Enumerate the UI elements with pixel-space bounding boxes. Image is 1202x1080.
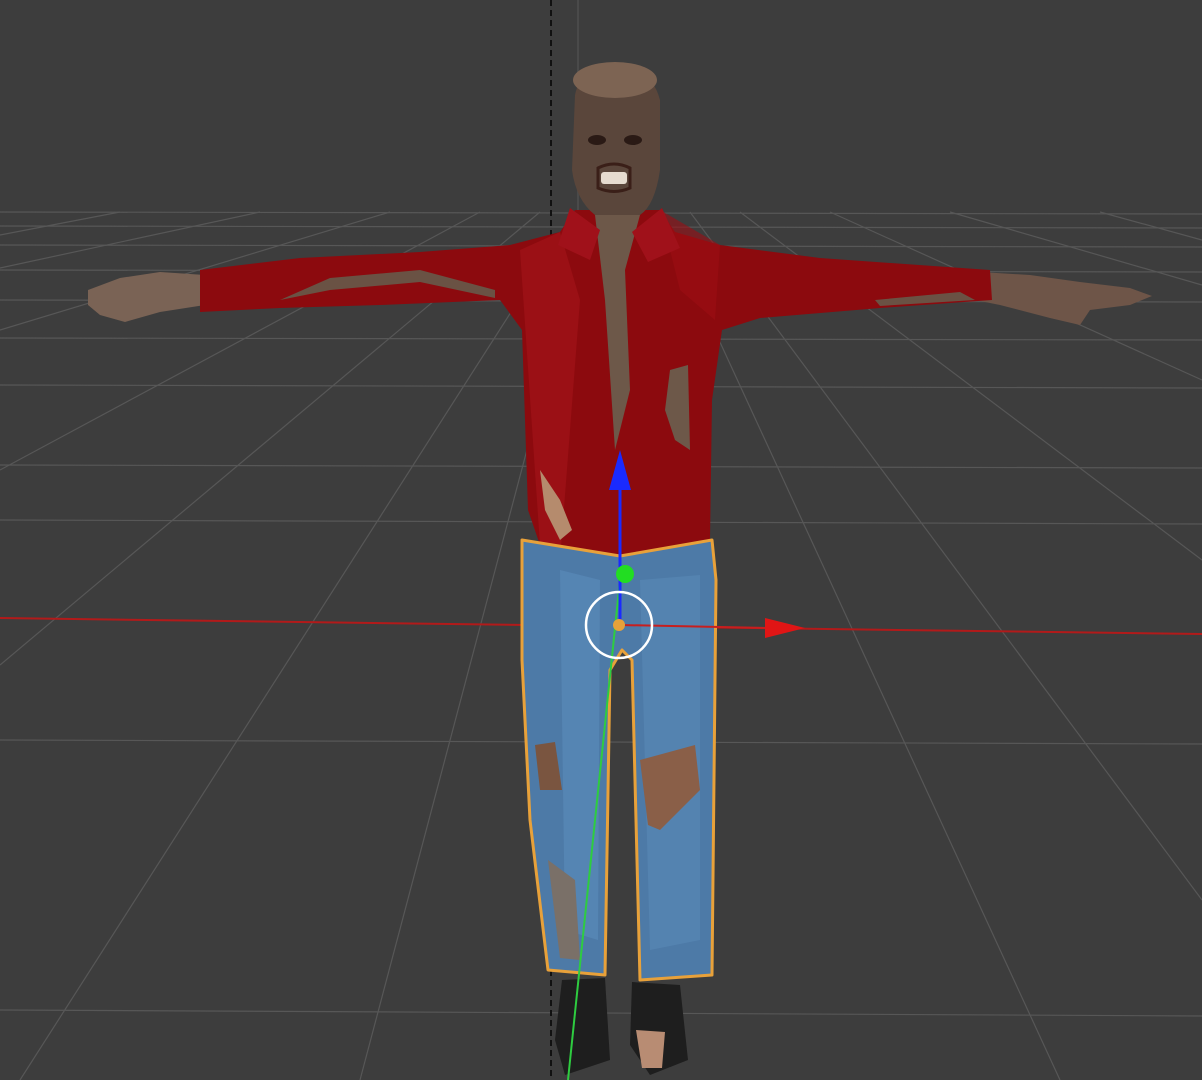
x-axis-arrow[interactable] — [765, 618, 805, 638]
shirt — [200, 210, 992, 556]
y-axis-handle[interactable] — [616, 565, 634, 583]
left-shoe — [555, 978, 610, 1075]
right-hand — [975, 272, 1152, 325]
head — [572, 62, 660, 215]
left-hand — [88, 272, 205, 322]
viewport-canvas[interactable] — [0, 0, 1202, 1080]
3d-viewport[interactable] — [0, 0, 1202, 1080]
